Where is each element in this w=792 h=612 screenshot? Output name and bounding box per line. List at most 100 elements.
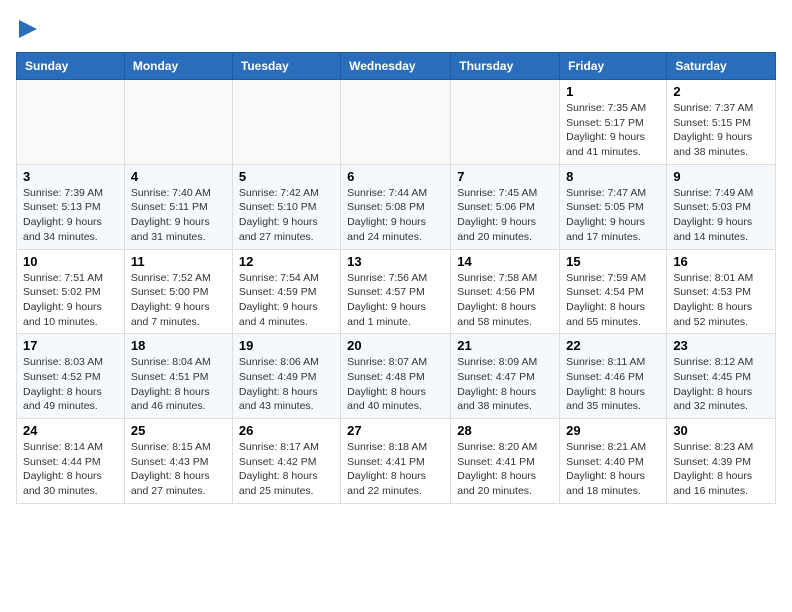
day-cell: 24 Sunrise: 8:14 AM Sunset: 4:44 PM Dayli… [17,419,125,504]
day-info: Sunrise: 8:21 AM Sunset: 4:40 PM Dayligh… [566,440,660,499]
day-info: Sunrise: 7:58 AM Sunset: 4:56 PM Dayligh… [457,271,553,330]
day-info: Sunrise: 7:35 AM Sunset: 5:17 PM Dayligh… [566,101,660,160]
day-cell: 5Sunrise: 7:42 AM Sunset: 5:10 PM Daylig… [232,164,340,249]
day-number: 1 [566,84,660,99]
week-row-1: 3 Sunrise: 7:39 AM Sunset: 5:13 PM Daylig… [17,164,776,249]
header-saturday: Saturday [667,53,776,80]
day-number: 8 [566,169,660,184]
day-cell: 11Sunrise: 7:52 AM Sunset: 5:00 PM Dayli… [124,249,232,334]
day-number: 7 [457,169,553,184]
day-number: 22 [566,338,660,353]
day-cell [232,80,340,165]
day-cell: 18Sunrise: 8:04 AM Sunset: 4:51 PM Dayli… [124,334,232,419]
day-cell: 3 Sunrise: 7:39 AM Sunset: 5:13 PM Daylig… [17,164,125,249]
day-number: 26 [239,423,334,438]
day-cell: 20 Sunrise: 8:07 AM Sunset: 4:48 PM Dayli… [341,334,451,419]
day-cell: 17 Sunrise: 8:03 AM Sunset: 4:52 PM Dayli… [17,334,125,419]
day-cell [341,80,451,165]
day-cell [124,80,232,165]
day-cell: 8 Sunrise: 7:47 AM Sunset: 5:05 PM Daylig… [560,164,667,249]
day-info: Sunrise: 7:45 AM Sunset: 5:06 PM Dayligh… [457,186,553,245]
day-info: Sunrise: 8:03 AM Sunset: 4:52 PM Dayligh… [23,355,118,414]
day-cell: 4 Sunrise: 7:40 AM Sunset: 5:11 PM Daylig… [124,164,232,249]
day-cell: 25 Sunrise: 8:15 AM Sunset: 4:43 PM Dayli… [124,419,232,504]
day-cell: 10Sunrise: 7:51 AM Sunset: 5:02 PM Dayli… [17,249,125,334]
day-cell [17,80,125,165]
day-number: 25 [131,423,226,438]
day-cell: 14 Sunrise: 7:58 AM Sunset: 4:56 PM Dayli… [451,249,560,334]
day-info: Sunrise: 8:12 AM Sunset: 4:45 PM Dayligh… [673,355,769,414]
day-info: Sunrise: 8:07 AM Sunset: 4:48 PM Dayligh… [347,355,444,414]
week-row-0: 1 Sunrise: 7:35 AM Sunset: 5:17 PM Daylig… [17,80,776,165]
day-number: 9 [673,169,769,184]
day-number: 12 [239,254,334,269]
day-number: 16 [673,254,769,269]
calendar-header: SundayMondayTuesdayWednesdayThursdayFrid… [17,53,776,80]
day-cell: 22 Sunrise: 8:11 AM Sunset: 4:46 PM Dayli… [560,334,667,419]
header-thursday: Thursday [451,53,560,80]
day-info: Sunrise: 7:47 AM Sunset: 5:05 PM Dayligh… [566,186,660,245]
day-cell: 29 Sunrise: 8:21 AM Sunset: 4:40 PM Dayli… [560,419,667,504]
day-info: Sunrise: 8:23 AM Sunset: 4:39 PM Dayligh… [673,440,769,499]
header-tuesday: Tuesday [232,53,340,80]
header-sunday: Sunday [17,53,125,80]
day-cell: 15 Sunrise: 7:59 AM Sunset: 4:54 PM Dayli… [560,249,667,334]
header-monday: Monday [124,53,232,80]
header-wednesday: Wednesday [341,53,451,80]
week-row-3: 17 Sunrise: 8:03 AM Sunset: 4:52 PM Dayli… [17,334,776,419]
day-cell: 1 Sunrise: 7:35 AM Sunset: 5:17 PM Daylig… [560,80,667,165]
day-number: 21 [457,338,553,353]
day-cell: 26Sunrise: 8:17 AM Sunset: 4:42 PM Dayli… [232,419,340,504]
day-cell: 13Sunrise: 7:56 AM Sunset: 4:57 PM Dayli… [341,249,451,334]
day-info: Sunrise: 7:59 AM Sunset: 4:54 PM Dayligh… [566,271,660,330]
day-cell: 30 Sunrise: 8:23 AM Sunset: 4:39 PM Dayli… [667,419,776,504]
day-cell: 7 Sunrise: 7:45 AM Sunset: 5:06 PM Daylig… [451,164,560,249]
day-info: Sunrise: 8:11 AM Sunset: 4:46 PM Dayligh… [566,355,660,414]
day-cell: 19 Sunrise: 8:06 AM Sunset: 4:49 PM Dayli… [232,334,340,419]
day-info: Sunrise: 8:01 AM Sunset: 4:53 PM Dayligh… [673,271,769,330]
day-cell: 2 Sunrise: 7:37 AM Sunset: 5:15 PM Daylig… [667,80,776,165]
day-info: Sunrise: 7:39 AM Sunset: 5:13 PM Dayligh… [23,186,118,245]
logo [16,16,37,40]
day-number: 10 [23,254,118,269]
day-info: Sunrise: 7:40 AM Sunset: 5:11 PM Dayligh… [131,186,226,245]
day-number: 24 [23,423,118,438]
day-number: 4 [131,169,226,184]
day-cell: 12 Sunrise: 7:54 AM Sunset: 4:59 PM Dayli… [232,249,340,334]
day-number: 19 [239,338,334,353]
day-info: Sunrise: 7:44 AM Sunset: 5:08 PM Dayligh… [347,186,444,245]
day-info: Sunrise: 8:14 AM Sunset: 4:44 PM Dayligh… [23,440,118,499]
calendar-table: SundayMondayTuesdayWednesdayThursdayFrid… [16,52,776,504]
day-cell: 28Sunrise: 8:20 AM Sunset: 4:41 PM Dayli… [451,419,560,504]
day-info: Sunrise: 7:49 AM Sunset: 5:03 PM Dayligh… [673,186,769,245]
day-info: Sunrise: 7:37 AM Sunset: 5:15 PM Dayligh… [673,101,769,160]
day-number: 29 [566,423,660,438]
week-row-4: 24 Sunrise: 8:14 AM Sunset: 4:44 PM Dayli… [17,419,776,504]
day-number: 20 [347,338,444,353]
day-info: Sunrise: 7:56 AM Sunset: 4:57 PM Dayligh… [347,271,444,330]
day-cell: 21 Sunrise: 8:09 AM Sunset: 4:47 PM Dayli… [451,334,560,419]
day-number: 3 [23,169,118,184]
logo-arrow-icon [19,18,37,40]
day-number: 28 [457,423,553,438]
day-number: 15 [566,254,660,269]
day-number: 2 [673,84,769,99]
header-friday: Friday [560,53,667,80]
day-cell: 9 Sunrise: 7:49 AM Sunset: 5:03 PM Daylig… [667,164,776,249]
day-number: 6 [347,169,444,184]
day-info: Sunrise: 7:54 AM Sunset: 4:59 PM Dayligh… [239,271,334,330]
day-info: Sunrise: 8:06 AM Sunset: 4:49 PM Dayligh… [239,355,334,414]
day-info: Sunrise: 8:04 AM Sunset: 4:51 PM Dayligh… [131,355,226,414]
day-info: Sunrise: 7:42 AM Sunset: 5:10 PM Dayligh… [239,186,334,245]
day-number: 17 [23,338,118,353]
day-cell: 16 Sunrise: 8:01 AM Sunset: 4:53 PM Dayli… [667,249,776,334]
day-cell: 27Sunrise: 8:18 AM Sunset: 4:41 PM Dayli… [341,419,451,504]
day-info: Sunrise: 7:52 AM Sunset: 5:00 PM Dayligh… [131,271,226,330]
header-row: SundayMondayTuesdayWednesdayThursdayFrid… [17,53,776,80]
day-info: Sunrise: 8:09 AM Sunset: 4:47 PM Dayligh… [457,355,553,414]
day-number: 30 [673,423,769,438]
day-cell [451,80,560,165]
day-number: 14 [457,254,553,269]
day-number: 23 [673,338,769,353]
day-info: Sunrise: 8:15 AM Sunset: 4:43 PM Dayligh… [131,440,226,499]
